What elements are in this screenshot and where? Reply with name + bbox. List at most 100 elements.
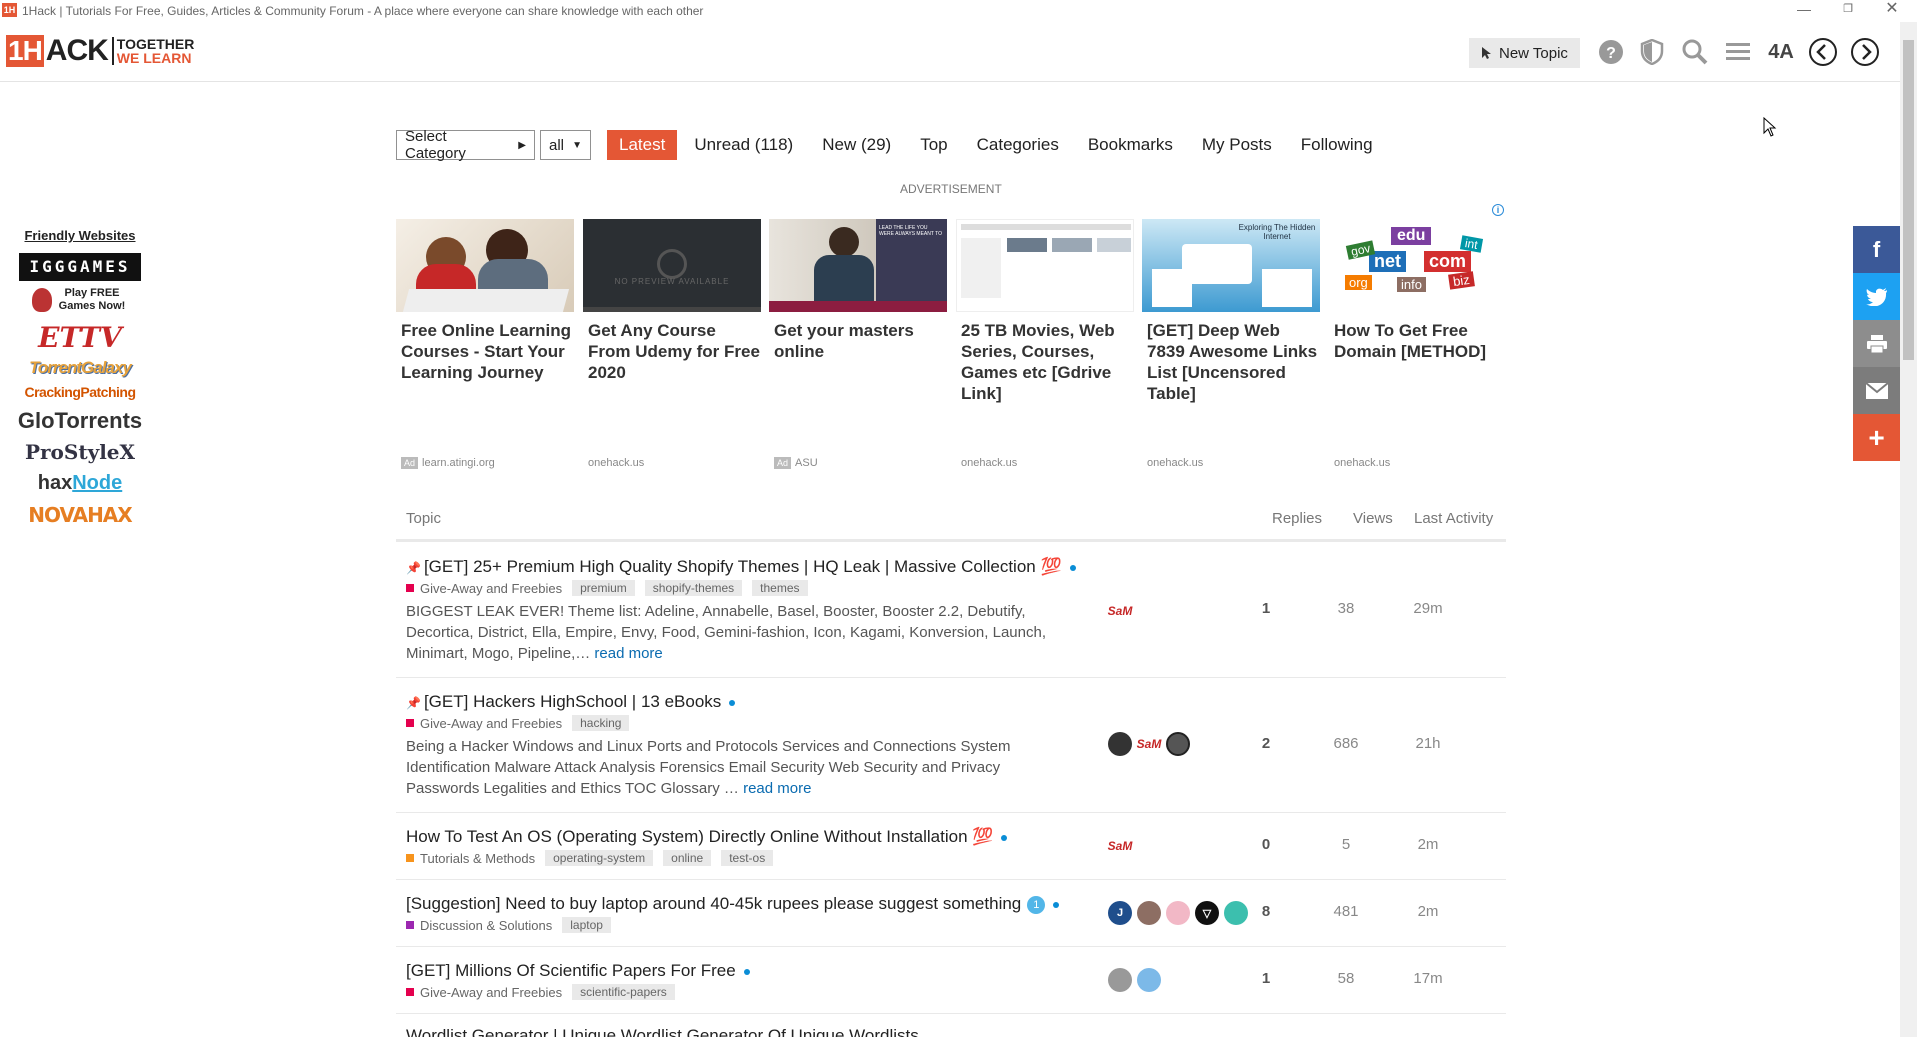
search-icon[interactable] (1679, 36, 1711, 68)
category-link[interactable]: Give-Away and Freebies (420, 716, 562, 731)
last-activity[interactable]: 21h (1398, 735, 1458, 752)
facebook-share-icon[interactable]: f (1853, 226, 1900, 273)
ad-card-4[interactable]: 25 TB Movies, Web Series, Courses, Games… (956, 219, 1134, 469)
more-share-icon[interactable]: + (1853, 414, 1900, 461)
topic-title[interactable]: [GET] Millions Of Scientific Papers For … (406, 961, 750, 981)
topic-row[interactable]: [Suggestion] Need to buy laptop around 4… (396, 881, 1506, 947)
tag-chip[interactable]: scientific-papers (572, 984, 675, 1000)
print-share-icon[interactable] (1853, 320, 1900, 367)
tag-chip[interactable]: operating-system (545, 850, 654, 866)
tab-latest[interactable]: Latest (607, 130, 678, 160)
minimize-icon[interactable]: — (1786, 0, 1822, 20)
restore-icon[interactable]: ❐ (1830, 0, 1866, 20)
twitter-share-icon[interactable] (1853, 273, 1900, 320)
site-link-igggames[interactable]: IGGGAMES (19, 253, 141, 281)
tab-unread[interactable]: Unread (118) (694, 135, 793, 155)
topic-title-text[interactable]: [GET] Millions Of Scientific Papers For … (406, 961, 736, 980)
topic-title-text[interactable]: [GET] Hackers HighSchool | 13 eBooks (424, 692, 721, 711)
topic-title[interactable]: [Suggestion] Need to buy laptop around 4… (406, 894, 1060, 914)
topic-title-text[interactable]: Wordlist Generator | Unique Wordlist Gen… (406, 1026, 919, 1037)
avatar[interactable] (1137, 968, 1161, 992)
back-arrow-icon[interactable] (1807, 36, 1839, 68)
avatar[interactable]: J (1108, 901, 1132, 925)
site-link-novahax[interactable]: NOVAHAX (10, 503, 150, 527)
category-link[interactable]: Give-Away and Freebies (420, 581, 562, 596)
avatar[interactable]: SaM (1137, 732, 1162, 756)
site-link-glotorrents[interactable]: GloTorrents (10, 408, 150, 434)
category-select[interactable]: Select Category ▶ (396, 128, 535, 162)
scrollbar-thumb[interactable] (1903, 40, 1914, 360)
topic-title[interactable]: 📌 [GET] 25+ Premium High Quality Shopify … (406, 557, 1076, 577)
last-activity[interactable]: 2m (1398, 903, 1458, 920)
tag-chip[interactable]: shopify-themes (644, 580, 743, 596)
avatar[interactable] (1166, 901, 1190, 925)
font-size-icon[interactable]: 4A (1765, 36, 1797, 68)
page-scrollbar[interactable] (1900, 22, 1917, 1037)
site-logo[interactable]: 1H ACK TOGETHER WE LEARN (6, 34, 194, 68)
new-posts-badge[interactable]: 1 (1027, 895, 1046, 914)
tab-categories[interactable]: Categories (977, 135, 1059, 155)
filter-select[interactable]: all ▼ (540, 130, 591, 160)
read-more-link[interactable]: read more (743, 780, 811, 797)
tag-chip[interactable]: hacking (572, 715, 630, 731)
topic-title[interactable]: 📌 [GET] Hackers HighSchool | 13 eBooks (406, 692, 736, 712)
topic-row[interactable]: 📌 [GET] 25+ Premium High Quality Shopify … (396, 544, 1506, 678)
help-icon[interactable]: ? (1595, 36, 1627, 68)
last-activity[interactable]: 2m (1398, 836, 1458, 853)
category-link[interactable]: Tutorials & Methods (420, 851, 535, 866)
last-activity[interactable]: 29m (1398, 600, 1458, 617)
tag-chip[interactable]: laptop (562, 917, 611, 933)
read-more-link[interactable]: read more (594, 645, 662, 662)
avatar[interactable] (1137, 901, 1161, 925)
last-activity[interactable]: 17m (1398, 970, 1458, 987)
ad-card-3[interactable]: LEAD THE LIFE YOU WERE ALWAYS MEANT TO G… (769, 219, 947, 469)
topic-title[interactable]: Wordlist Generator | Unique Wordlist Gen… (406, 1026, 919, 1037)
ad-card-1[interactable]: Free Online Learning Courses - Start You… (396, 219, 574, 469)
avatar[interactable]: ▽ (1195, 901, 1219, 925)
header-replies[interactable]: Replies (1272, 510, 1322, 527)
tab-new[interactable]: New (29) (822, 135, 891, 155)
category-link[interactable]: Give-Away and Freebies (420, 985, 562, 1000)
topic-title-text[interactable]: [Suggestion] Need to buy laptop around 4… (406, 894, 1021, 913)
tag-chip[interactable]: test-os (721, 850, 774, 866)
site-link-prostylex[interactable]: ProStyleX (10, 440, 150, 464)
header-topic[interactable]: Topic (406, 510, 441, 527)
topic-row[interactable]: How To Test An OS (Operating System) Dir… (396, 814, 1506, 880)
tag-chip[interactable]: premium (572, 580, 635, 596)
avatar[interactable]: SaM (1108, 599, 1133, 623)
ad-card-2[interactable]: NO PREVIEW AVAILABLE Get Any Course From… (583, 219, 761, 469)
close-icon[interactable]: ✕ (1874, 0, 1910, 20)
ad-info-icon[interactable]: i (1492, 204, 1504, 216)
tag-chip[interactable]: online (663, 850, 712, 866)
site-link-torrentgalaxy[interactable]: TorrentGalaxy (10, 358, 150, 378)
ad-card-6[interactable]: edu net com gov int org info biz How To … (1329, 219, 1507, 469)
shield-icon[interactable] (1636, 36, 1668, 68)
tab-following[interactable]: Following (1301, 135, 1373, 155)
site-link-haxnode[interactable]: haxNode (10, 472, 150, 495)
tab-bookmarks[interactable]: Bookmarks (1088, 135, 1173, 155)
topic-title[interactable]: How To Test An OS (Operating System) Dir… (406, 827, 1008, 847)
new-topic-button[interactable]: New Topic (1469, 38, 1580, 68)
tag-chip[interactable]: themes (752, 580, 808, 596)
topic-title-text[interactable]: [GET] 25+ Premium High Quality Shopify T… (424, 557, 1062, 576)
site-link-play-free-games[interactable]: Play FREE Games Now! (10, 287, 150, 313)
tab-top[interactable]: Top (920, 135, 947, 155)
avatar[interactable] (1166, 732, 1190, 756)
hamburger-menu-icon[interactable] (1722, 36, 1754, 68)
ad-card-5[interactable]: Exploring The Hidden Internet [GET] Deep… (1142, 219, 1320, 469)
topic-row[interactable]: Wordlist Generator | Unique Wordlist Gen… (396, 1015, 1506, 1037)
category-link[interactable]: Discussion & Solutions (420, 918, 552, 933)
email-share-icon[interactable] (1853, 367, 1900, 414)
topic-row[interactable]: [GET] Millions Of Scientific Papers For … (396, 948, 1506, 1014)
topic-row[interactable]: 📌 [GET] Hackers HighSchool | 13 eBooks Gi… (396, 679, 1506, 813)
site-link-crackingpatching[interactable]: CrackingPatching (10, 384, 150, 400)
header-views[interactable]: Views (1353, 510, 1393, 527)
topic-title-text[interactable]: How To Test An OS (Operating System) Dir… (406, 827, 993, 846)
site-link-ettv[interactable]: ETTV (10, 321, 150, 354)
header-last-activity[interactable]: Last Activity (1414, 510, 1493, 527)
avatar[interactable] (1108, 968, 1132, 992)
tab-my-posts[interactable]: My Posts (1202, 135, 1272, 155)
avatar[interactable]: SaM (1108, 834, 1133, 858)
avatar[interactable] (1108, 732, 1132, 756)
forward-arrow-icon[interactable] (1849, 36, 1881, 68)
